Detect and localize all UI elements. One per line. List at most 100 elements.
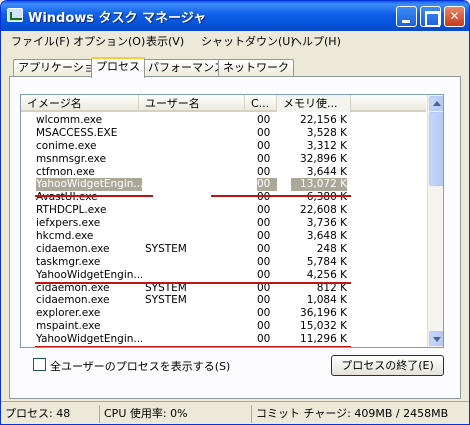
menu-help[interactable]: ヘルプ(H)	[291, 33, 341, 49]
process-memory: 36,196 K	[300, 307, 347, 320]
process-name: ctfmon.exe	[36, 165, 95, 178]
process-cpu: 00	[257, 242, 271, 255]
process-name: taskmgr.exe	[36, 255, 101, 268]
menu-options[interactable]: オプション(O)	[73, 33, 145, 49]
process-name: conime.exe	[36, 139, 97, 152]
process-name: YahooWidgetEngin...	[36, 333, 142, 346]
process-name: msnmsgr.exe	[36, 152, 107, 165]
process-name: wlcomm.exe	[36, 114, 103, 126]
table-row[interactable]: MSACCESS.EXE 00 3,528 K	[21, 127, 426, 140]
scroll-thumb[interactable]	[429, 112, 443, 186]
process-memory: 3,312 K	[306, 139, 347, 152]
process-name: RTHDCPL.exe	[36, 204, 107, 217]
process-memory: 15,032 K	[300, 320, 347, 333]
status-process-count: プロセス: 48	[5, 407, 71, 420]
highlight-underline	[35, 346, 351, 347]
process-user: SYSTEM	[145, 294, 187, 307]
status-cpu-usage: CPU 使用率: 0%	[99, 405, 249, 423]
process-cpu: 00	[257, 204, 271, 217]
end-process-button[interactable]: プロセスの終了(E)	[331, 355, 444, 376]
column-memory[interactable]: メモリ使...	[277, 95, 351, 112]
table-row[interactable]: RTHDCPL.exe 00 22,608 K	[21, 204, 426, 217]
column-cpu[interactable]: C...	[245, 95, 277, 112]
status-commit-charge: コミット チャージ: 409MB / 2458MB	[251, 405, 467, 423]
window-title: Windows タスク マネージャ	[28, 11, 207, 26]
process-memory: 4,256 K	[306, 268, 347, 281]
minimize-button[interactable]	[396, 6, 417, 27]
process-cpu: 00	[257, 255, 271, 268]
column-image-name[interactable]: イメージ名	[21, 95, 139, 112]
process-name: YahooWidgetEngin...	[36, 268, 142, 281]
process-cpu: 00	[257, 217, 271, 230]
process-memory: 11,296 K	[300, 333, 347, 346]
process-memory: 1,084 K	[306, 294, 347, 307]
process-name: AvastUI.exe	[36, 191, 98, 204]
process-memory: 13,072 K	[291, 178, 347, 192]
process-user: SYSTEM	[145, 242, 187, 255]
process-cpu: 00	[257, 268, 271, 281]
process-cpu: 00	[257, 152, 271, 165]
process-name: YahooWidgetEngin...	[36, 178, 142, 192]
column-user-name[interactable]: ユーザー名	[139, 95, 245, 112]
tab-processes[interactable]: プロセス	[91, 57, 145, 78]
task-manager-icon	[7, 8, 23, 22]
table-row[interactable]: cidaemon.exe SYSTEM 00 248 K	[21, 243, 426, 256]
menu-file[interactable]: ファイル(F)	[11, 33, 70, 49]
process-memory: 32,896 K	[300, 152, 347, 165]
process-cpu: 00	[257, 139, 271, 152]
process-cpu: 00	[257, 230, 271, 243]
process-memory: 3,648 K	[306, 230, 347, 243]
table-row[interactable]: mspaint.exe 00 15,032 K	[21, 320, 426, 333]
vertical-scrollbar[interactable]	[427, 95, 443, 347]
close-button[interactable]: ✕	[444, 6, 465, 27]
table-row[interactable]: explorer.exe 00 36,196 K	[21, 307, 426, 320]
table-row[interactable]: conime.exe 00 3,312 K	[21, 140, 426, 153]
table-row[interactable]: YahooWidgetEngin... 00 11,296 K	[21, 333, 426, 346]
process-list[interactable]: イメージ名 ユーザー名 C... メモリ使... wlcomm.exe 00 22,…	[20, 94, 444, 348]
table-row[interactable]: AvastUI.exe 00 6,380 K	[21, 191, 426, 204]
scroll-up-icon[interactable]	[429, 96, 443, 111]
highlight-underline	[211, 195, 351, 197]
process-memory: 22,156 K	[300, 114, 347, 126]
process-name: explorer.exe	[36, 307, 101, 320]
close-icon: ✕	[449, 9, 460, 23]
process-memory: 3,644 K	[306, 165, 347, 178]
process-cpu: 00	[257, 191, 271, 204]
process-cpu: 00	[257, 307, 271, 320]
process-name: cidaemon.exe	[36, 294, 110, 307]
process-name: mspaint.exe	[36, 320, 101, 333]
tab-performance[interactable]: パフォーマンス	[143, 59, 230, 77]
process-name: cidaemon.exe	[36, 242, 110, 255]
show-all-users-checkbox[interactable]	[33, 358, 46, 371]
process-cpu: 00	[257, 178, 277, 192]
table-row[interactable]: wlcomm.exe 00 22,156 K	[21, 114, 426, 127]
process-name: iefxpers.exe	[36, 217, 101, 230]
scroll-down-icon[interactable]	[429, 331, 443, 346]
process-name-text: YahooWidgetEngin...	[36, 178, 142, 192]
table-row[interactable]: taskmgr.exe 00 5,784 K	[21, 256, 426, 269]
process-cpu: 00	[257, 165, 271, 178]
process-memory: 3,528 K	[306, 126, 347, 139]
tab-networking[interactable]: ネットワーク	[218, 59, 294, 77]
table-row[interactable]: cidaemon.exe SYSTEM 00 1,084 K	[21, 294, 426, 307]
table-row-selected[interactable]: YahooWidgetEngin... 00 13,072 K	[21, 178, 426, 192]
status-bar: プロセス: 48 CPU 使用率: 0% コミット チャージ: 409MB / …	[1, 401, 469, 424]
process-memory: 22,608 K	[300, 204, 347, 217]
process-list-header: イメージ名 ユーザー名 C... メモリ使...	[21, 95, 426, 112]
table-row[interactable]: ctfmon.exe 00 3,644 K	[21, 166, 426, 179]
title-bar[interactable]: Windows タスク マネージャ ✕	[1, 1, 469, 31]
process-memory: 6,380 K	[306, 191, 347, 204]
table-row[interactable]: iefxpers.exe 00 3,736 K	[21, 217, 426, 230]
maximize-button[interactable]	[420, 6, 441, 27]
process-rows: wlcomm.exe 00 22,156 K MSACCESS.EXE 00 3,528…	[21, 114, 426, 346]
menu-shutdown[interactable]: シャットダウン(U)	[201, 33, 295, 49]
menu-bar: ファイル(F) オプション(O) 表示(V) シャットダウン(U) ヘルプ(H)	[1, 31, 469, 50]
table-row[interactable]: YahooWidgetEngin... 00 4,256 K	[21, 269, 426, 282]
table-row[interactable]: msnmsgr.exe 00 32,896 K	[21, 153, 426, 166]
table-row[interactable]: hkcmd.exe 00 3,648 K	[21, 230, 426, 243]
process-cpu: 00	[257, 320, 271, 333]
process-cpu: 00	[257, 333, 271, 346]
menu-view[interactable]: 表示(V)	[146, 33, 184, 49]
process-memory: 248 K	[316, 242, 347, 255]
process-cpu: 00	[257, 294, 271, 307]
